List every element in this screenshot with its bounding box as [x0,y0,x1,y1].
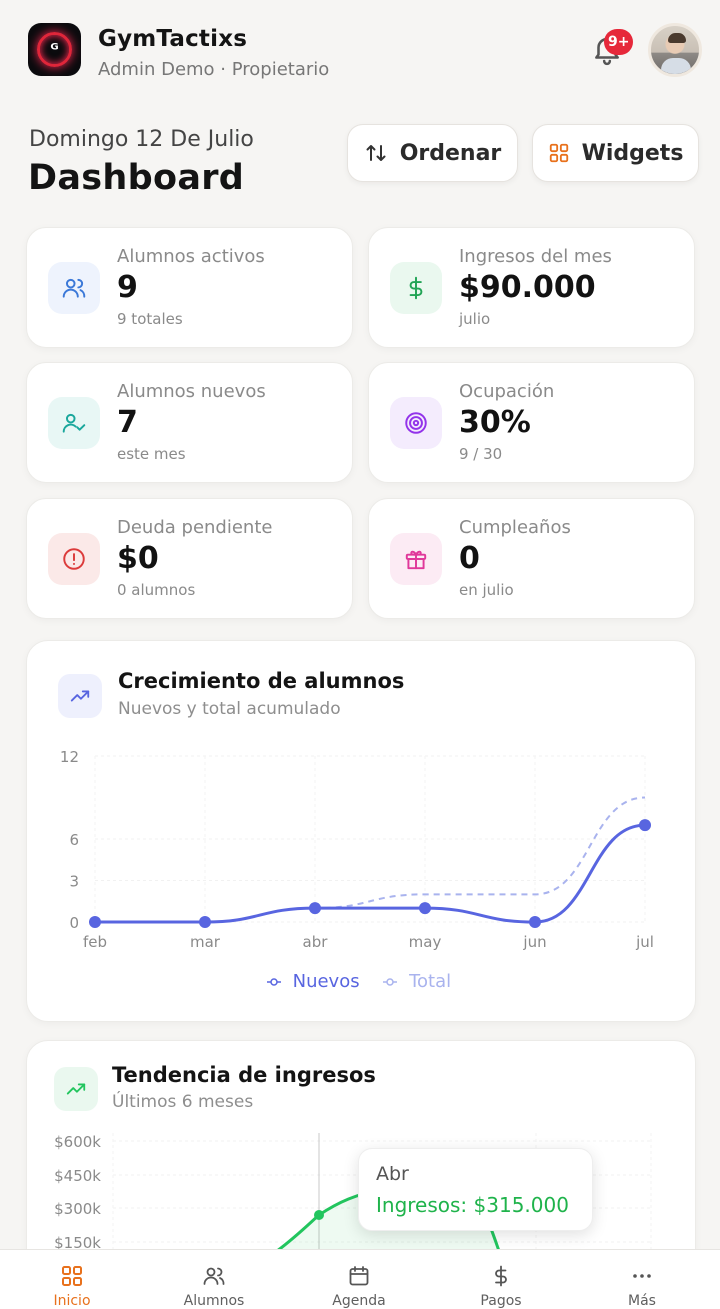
sort-arrows-icon [366,145,386,161]
stat-value: 9 [117,270,138,305]
nav-label: Agenda [332,1293,386,1309]
stat-card-deuda[interactable]: Deuda pendiente $0 0 alumnos [26,498,353,619]
revenue-tooltip: Abr Ingresos: $315.000 [358,1148,593,1231]
x-tick-label: feb [83,933,107,951]
stat-sub: 9 / 30 [459,445,503,463]
bottom-nav: Inicio Alumnos Agenda Pagos Más [0,1249,720,1309]
data-point-nuevos [89,916,101,928]
legend-label: Nuevos [292,971,360,992]
stat-card-cumpleanos[interactable]: Cumpleaños 0 en julio [368,498,695,619]
page-title: Dashboard [28,158,245,198]
stat-sub: 9 totales [117,310,183,328]
target-icon [390,397,442,449]
x-tick-label: abr [303,933,329,951]
stat-card-alumnos-nuevos[interactable]: Alumnos nuevos 7 este mes [26,362,353,483]
stat-value: 0 [459,541,480,576]
dollar-icon [390,262,442,314]
y-tick-label: 0 [69,914,79,932]
users-icon [48,262,100,314]
nav-item-alumnos[interactable]: Alumnos [164,1250,264,1309]
stat-card-alumnos-activos[interactable]: Alumnos activos 9 9 totales [26,227,353,348]
x-tick-label: mar [190,933,221,951]
legend-item-nuevos[interactable]: Nuevos [266,971,371,992]
stat-label: Alumnos nuevos [117,381,266,402]
nav-label: Inicio [53,1293,91,1309]
dollar-icon [495,1265,507,1287]
alert-circle-icon [48,533,100,585]
stat-value: $0 [117,541,159,576]
stat-sub: en julio [459,581,514,599]
nav-label: Alumnos [183,1293,245,1309]
stat-label: Ocupación [459,381,555,402]
stat-sub: julio [459,310,491,328]
legend-item-total[interactable]: Total [383,971,457,992]
stat-label: Cumpleaños [459,517,571,538]
data-point-nuevos [199,916,211,928]
stat-label: Ingresos del mes [459,246,612,267]
y-tick-label: 12 [60,748,79,766]
nav-item-inicio[interactable]: Inicio [22,1250,122,1309]
stat-value: 7 [117,405,138,440]
y-tick-label: 3 [69,873,79,891]
sort-button[interactable]: Ordenar [347,124,518,182]
stat-value: 30% [459,405,531,440]
app-subtitle: Admin Demo · Propietario [98,59,330,80]
series-line-nuevos [95,823,646,924]
notification-badge: 9+ [604,29,634,55]
data-point-nuevos [309,902,321,915]
nav-item-pagos[interactable]: Pagos [451,1250,551,1309]
growth-chart-legend: Nuevos Total [27,971,697,992]
date-label: Domingo 12 De Julio [29,127,254,152]
app-name: GymTactixs [98,26,248,52]
users-icon [203,1267,225,1285]
data-point-nuevos [419,902,431,915]
growth-chart-card: Crecimiento de alumnos Nuevos y total ac… [26,640,696,1022]
tooltip-value: Ingresos: $315.000 [376,1193,569,1217]
y-tick-label: $450k [54,1167,101,1185]
stat-card-ingresos[interactable]: Ingresos del mes $90.000 julio [368,227,695,348]
stat-sub: 0 alumnos [117,581,196,599]
widgets-grid-icon [549,143,568,163]
nav-item-agenda[interactable]: Agenda [309,1250,409,1309]
y-tick-label: $300k [54,1200,101,1218]
nav-label: Más [628,1293,656,1309]
app-header: ᴳ GymTactixs Admin Demo · Propietario 9+ [0,0,720,110]
growth-chart-plot: 0 3 6 12 feb mar abr may jun jul [60,748,654,951]
stat-card-ocupacion[interactable]: Ocupación 30% 9 / 30 [368,362,695,483]
grid-icon [62,1266,82,1286]
y-tick-label: $600k [54,1133,101,1151]
widgets-button-label: Widgets [581,140,684,166]
gift-icon [390,533,442,585]
more-icon [633,1274,651,1278]
x-tick-label: jul [635,933,654,951]
nav-label: Pagos [480,1293,522,1309]
widgets-button[interactable]: Widgets [532,124,699,182]
stat-value: $90.000 [459,270,596,305]
calendar-icon [349,1266,369,1286]
data-point-nuevos [639,819,651,832]
data-point-nuevos [529,916,541,928]
stat-sub: este mes [117,445,186,463]
app-logo-icon: ᴳ [28,23,81,76]
nav-item-mas[interactable]: Más [592,1250,692,1309]
user-avatar[interactable] [648,23,702,77]
x-tick-label: jun [522,933,546,951]
sort-button-label: Ordenar [399,140,502,166]
stat-label: Deuda pendiente [117,517,273,538]
data-point-abr [314,1210,324,1220]
x-tick-label: may [409,933,442,951]
stat-label: Alumnos activos [117,246,265,267]
y-tick-label: 6 [69,831,79,849]
user-check-icon [48,397,100,449]
legend-label: Total [409,971,452,992]
series-line-total [95,796,646,923]
tooltip-title: Abr [376,1163,409,1185]
